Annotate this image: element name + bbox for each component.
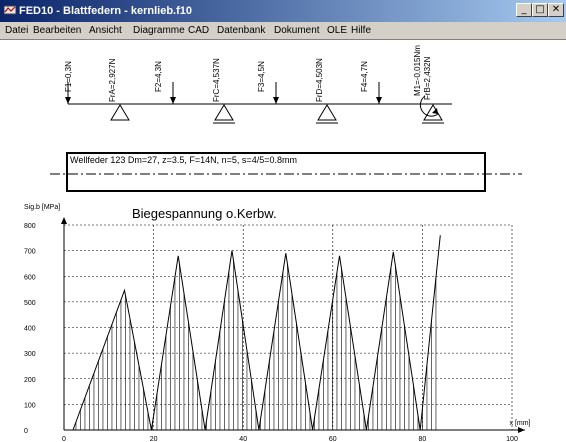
chart-title: Biegespannung o.Kerbw. [132,206,277,221]
stress-curve [72,235,441,431]
y-tick-label: 700 [24,249,36,256]
chart-xlabel: x [mm] [510,420,531,427]
y-tick-labels: 0 100 200 300 400 500 600 700 800 [24,223,36,435]
drawing-canvas: F1=0,3N F2=4,3N F3=4,5N F4=4,7N FrA=2,92… [24,45,531,442]
y-tick-label: 300 [24,351,36,358]
y-tick-label: 200 [24,377,36,384]
x-axis-arrow [518,427,525,433]
stress-hatching [75,260,437,430]
x-tick-label: 0 [62,436,66,442]
x-tick-label: 40 [239,436,247,442]
x-tick-label: 60 [329,436,337,442]
title-bar: FED10 - Blattfedern - kernlieb.f10 _ □ ✕ [0,0,566,22]
moment-label: M1=-0,015Nm [413,45,422,96]
y-tick-label: 100 [24,402,36,409]
force-label: F3=4,5N [257,61,266,92]
x-tick-label: 80 [419,436,427,442]
support-triangle [213,104,235,124]
menu-bearbeiten[interactable]: Bearbeiten [33,25,81,37]
app-icon [4,5,16,15]
support-triangle [316,104,338,124]
menu-datenbank[interactable]: Datenbank [217,25,265,37]
menu-diagramme[interactable]: Diagramme [133,25,185,37]
force-arrow [376,82,382,104]
reaction-label: FrD=4,503N [315,58,324,102]
stress-chart: Sig.b [MPa] Biegespannung o.Kerbw. 0 100 2… [24,204,531,442]
force-arrow [273,82,279,104]
minimize-button[interactable]: _ [516,3,532,17]
force-label: F1=0,3N [64,61,73,92]
menu-ansicht[interactable]: Ansicht [89,25,122,37]
y-tick-label: 400 [24,326,36,333]
reaction-label: FrC=4,537N [212,58,221,102]
x-tick-label: 100 [506,436,518,442]
force-arrow [170,82,176,104]
x-tick-labels: 0 20 40 60 80 100 [62,436,518,442]
reaction-label: FrA=2,927N [108,58,117,102]
menu-cad[interactable]: CAD [188,25,209,37]
menu-datei[interactable]: Datei [5,25,28,37]
x-tick-label: 20 [150,436,158,442]
spring-description: Wellfeder 123 Dm=27, z=3.5, F=14N, n=5, … [70,155,297,165]
force-label: F2=4,3N [154,61,163,92]
y-tick-label: 500 [24,300,36,307]
menu-bar: Datei Bearbeiten Ansicht Diagramme CAD D… [0,22,566,40]
y-tick-label: 600 [24,274,36,281]
y-axis-arrow [61,217,67,224]
force-label: F4=4,7N [360,61,369,92]
chart-ylabel: Sig.b [MPa] [24,204,60,211]
beam-diagram: F1=0,3N F2=4,3N F3=4,5N F4=4,7N FrA=2,92… [64,45,452,124]
menu-hilfe[interactable]: Hilfe [351,25,371,37]
y-tick-label: 0 [24,428,28,435]
menu-dokument[interactable]: Dokument [274,25,320,37]
maximize-button[interactable]: □ [532,3,548,17]
support-triangle [110,104,130,121]
y-tick-label: 800 [24,223,36,230]
reaction-label: FrB=2,432N [423,56,432,100]
close-button[interactable]: ✕ [548,3,564,17]
window-title: FED10 - Blattfedern - kernlieb.f10 [19,5,192,17]
menu-ole[interactable]: OLE [327,25,347,37]
